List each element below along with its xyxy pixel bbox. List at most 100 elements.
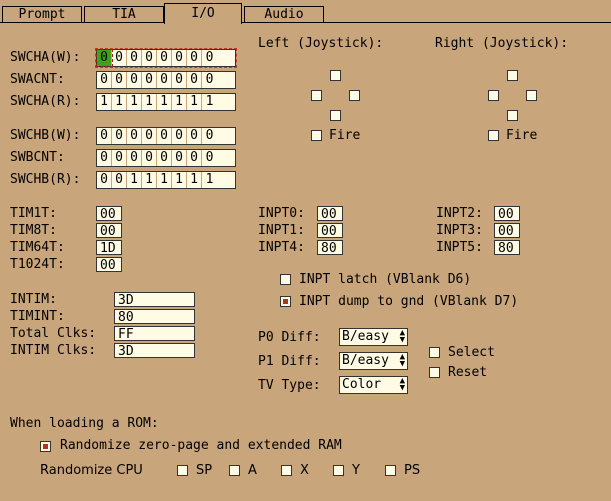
bit-2[interactable]: 0 xyxy=(172,72,187,88)
bit-7[interactable]: 0 xyxy=(97,128,112,144)
bit-5[interactable]: 0 xyxy=(127,72,142,88)
bit-2[interactable]: 0 xyxy=(172,150,187,166)
select-switch-checkbox[interactable] xyxy=(429,347,440,358)
right-joystick-down-checkbox[interactable] xyxy=(507,110,518,121)
randomize-ps-checkbox[interactable] xyxy=(385,465,396,476)
bit-2[interactable]: 0 xyxy=(172,50,187,66)
bit-4[interactable]: 0 xyxy=(142,72,157,88)
bit-3[interactable]: 1 xyxy=(157,172,172,188)
bit-1[interactable]: 1 xyxy=(187,94,202,110)
bit-0[interactable]: 1 xyxy=(202,172,217,188)
right-joystick-left-checkbox[interactable] xyxy=(488,90,499,101)
bit-6[interactable]: 0 xyxy=(112,150,127,166)
right-joystick-right-checkbox[interactable] xyxy=(526,90,537,101)
bit-6[interactable]: 0 xyxy=(112,50,127,66)
bit-4[interactable]: 1 xyxy=(142,94,157,110)
bit-2[interactable]: 1 xyxy=(172,172,187,188)
bit-5[interactable]: 1 xyxy=(127,172,142,188)
bit-3[interactable]: 1 xyxy=(157,94,172,110)
bit-2[interactable]: 0 xyxy=(172,128,187,144)
inpt0-field: 00 xyxy=(317,206,343,222)
tab-prompt[interactable]: Prompt xyxy=(2,6,82,23)
bit-5[interactable]: 0 xyxy=(127,50,142,66)
randomize-ram-checkbox[interactable] xyxy=(40,441,51,452)
right-fire-checkbox[interactable] xyxy=(488,130,499,141)
bit-6[interactable]: 1 xyxy=(112,94,127,110)
inpt-latch-label: INPT latch (VBlank D6) xyxy=(299,272,472,287)
inpt-dump-label: INPT dump to gnd (VBlank D7) xyxy=(299,294,519,309)
tv-type-select[interactable]: Color ▲ ▼ xyxy=(339,376,408,394)
bit-4[interactable]: 0 xyxy=(142,50,157,66)
bit-1[interactable]: 0 xyxy=(187,50,202,66)
randomize-sp-checkbox[interactable] xyxy=(177,465,188,476)
randomize-y-checkbox[interactable] xyxy=(333,465,344,476)
swacnt-label: SWACNT: xyxy=(10,72,65,87)
swbcnt-bits[interactable]: 00000000 xyxy=(96,149,236,167)
swchb-w-bits[interactable]: 00000000 xyxy=(96,127,236,145)
left-joystick-up-checkbox[interactable] xyxy=(330,70,341,81)
left-joystick-right-checkbox[interactable] xyxy=(349,90,360,101)
bit-3[interactable]: 0 xyxy=(157,50,172,66)
swacnt-bits[interactable]: 00000000 xyxy=(96,71,236,89)
bit-6[interactable]: 0 xyxy=(112,128,127,144)
bit-0[interactable]: 0 xyxy=(202,128,217,144)
bit-4[interactable]: 0 xyxy=(142,150,157,166)
t1024t-field[interactable]: 00 xyxy=(96,257,122,273)
bit-6[interactable]: 0 xyxy=(112,72,127,88)
bit-3[interactable]: 0 xyxy=(157,128,172,144)
randomize-a-checkbox[interactable] xyxy=(229,465,240,476)
bit-1[interactable]: 0 xyxy=(187,150,202,166)
bit-7[interactable]: 0 xyxy=(97,150,112,166)
p1-diff-select[interactable]: B/easy ▲ ▼ xyxy=(339,352,408,370)
bit-5[interactable]: 0 xyxy=(127,128,142,144)
swcha-r-bits[interactable]: 11111111 xyxy=(96,93,236,111)
bit-7[interactable]: 0 xyxy=(97,72,112,88)
bit-5[interactable]: 1 xyxy=(127,94,142,110)
p0-diff-select[interactable]: B/easy ▲ ▼ xyxy=(339,328,408,346)
swbcnt-label: SWBCNT: xyxy=(10,150,65,165)
bit-4[interactable]: 0 xyxy=(142,128,157,144)
bit-5[interactable]: 0 xyxy=(127,150,142,166)
p0-diff-value: B/easy xyxy=(342,329,389,344)
tab-tia[interactable]: TIA xyxy=(84,6,164,23)
swchb-r-bits[interactable]: 00111111 xyxy=(96,171,236,189)
randomize-x-label: X xyxy=(300,463,309,478)
bit-0[interactable]: 0 xyxy=(202,50,217,66)
left-fire-checkbox[interactable] xyxy=(311,130,322,141)
bit-4[interactable]: 1 xyxy=(142,172,157,188)
inpt-dump-checkbox[interactable] xyxy=(280,296,291,307)
tab-audio[interactable]: Audio xyxy=(244,6,324,23)
swcha-r-label: SWCHA(R): xyxy=(10,94,81,109)
bit-0[interactable]: 0 xyxy=(202,150,217,166)
bit-0[interactable]: 0 xyxy=(202,72,217,88)
tab-io[interactable]: I/O xyxy=(164,3,242,24)
tim64t-field[interactable]: 1D xyxy=(96,240,122,256)
bit-7[interactable]: 1 xyxy=(97,94,112,110)
bit-1[interactable]: 0 xyxy=(187,128,202,144)
bit-7[interactable]: 0 xyxy=(97,172,112,188)
left-joystick-down-checkbox[interactable] xyxy=(330,110,341,121)
inpt-latch-checkbox[interactable] xyxy=(280,274,291,285)
bit-0[interactable]: 1 xyxy=(202,94,217,110)
tim1t-field[interactable]: 00 xyxy=(96,206,122,222)
randomize-x-checkbox[interactable] xyxy=(281,465,292,476)
inpt1-field: 00 xyxy=(317,223,343,239)
tim8t-field[interactable]: 00 xyxy=(96,223,122,239)
bit-7[interactable]: 0 xyxy=(96,49,113,67)
bit-3[interactable]: 0 xyxy=(157,150,172,166)
swchb-w-label: SWCHB(W): xyxy=(10,128,81,143)
left-joystick-left-checkbox[interactable] xyxy=(311,90,322,101)
bit-2[interactable]: 1 xyxy=(172,94,187,110)
bit-3[interactable]: 0 xyxy=(157,72,172,88)
bit-1[interactable]: 0 xyxy=(187,72,202,88)
randomize-cpu-label: Randomize CPU xyxy=(40,463,143,478)
right-joystick-up-checkbox[interactable] xyxy=(507,70,518,81)
bit-6[interactable]: 0 xyxy=(112,172,127,188)
swcha-w-bits[interactable]: 00000000 xyxy=(95,48,237,68)
intim-field: 3D xyxy=(114,292,195,308)
bit-1[interactable]: 1 xyxy=(187,172,202,188)
reset-switch-checkbox[interactable] xyxy=(429,367,440,378)
inpt2-label: INPT2: xyxy=(436,206,483,221)
updown-arrow-icon: ▲ ▼ xyxy=(399,328,405,345)
select-switch-label: Select xyxy=(448,345,495,360)
